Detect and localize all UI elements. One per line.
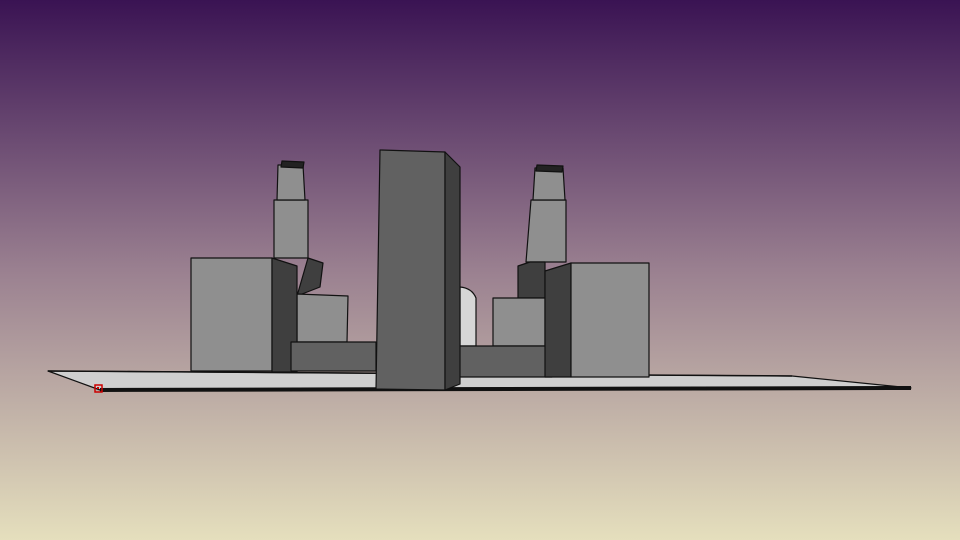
right-low-block	[458, 345, 553, 378]
city-scene[interactable]	[0, 0, 960, 540]
game-viewport[interactable]	[0, 0, 960, 540]
right-box-building	[544, 262, 650, 378]
small-rounded-block	[459, 286, 477, 347]
left-low-block	[290, 341, 377, 372]
left-box-building	[190, 257, 298, 373]
central-skyscraper	[375, 149, 461, 391]
sky-background	[0, 0, 960, 540]
